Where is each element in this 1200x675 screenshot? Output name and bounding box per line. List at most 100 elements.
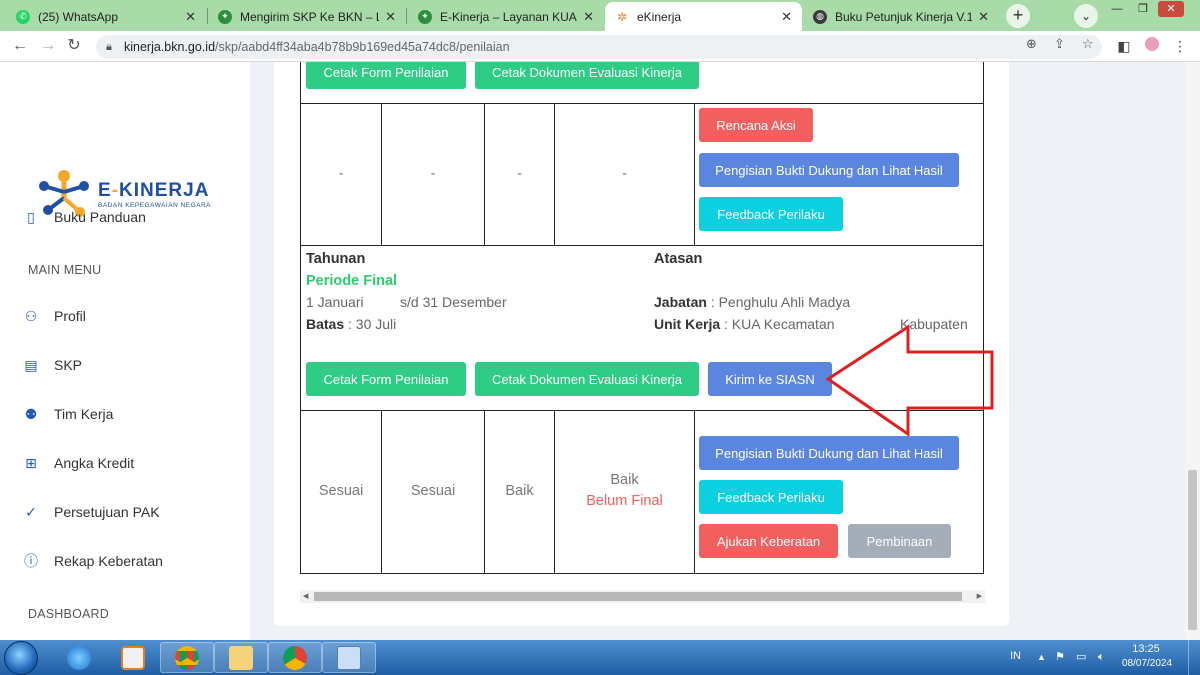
horizontal-scroll-thumb[interactable]: [314, 592, 962, 601]
browser-tab-strip: ✆ (25) WhatsApp ✕ ✦ Mengirim SKP Ke BKN …: [0, 0, 1200, 31]
minimize-icon[interactable]: —: [1104, 1, 1130, 17]
forward-icon[interactable]: →: [38, 36, 58, 56]
pengisian-bukti-dukung-button[interactable]: Pengisian Bukti Dukung dan Lihat Hasil: [699, 153, 959, 187]
result-label: Baik: [610, 472, 639, 488]
sidebar-item-rekap-keberatan[interactable]: ⓘ Rekap Keberatan: [22, 549, 163, 573]
share-icon[interactable]: ⇪: [1054, 36, 1065, 52]
cetak-dokumen-evaluasi-button[interactable]: Cetak Dokumen Evaluasi Kinerja: [475, 362, 699, 396]
sidebar-item-label: Angka Kredit: [54, 455, 135, 471]
close-tab-icon[interactable]: ✕: [185, 9, 196, 25]
cetak-form-penilaian-button[interactable]: Cetak Form Penilaian: [306, 362, 466, 396]
main-menu-header: MAIN MENU: [28, 263, 102, 277]
book-icon: ▯: [27, 209, 35, 225]
close-window-icon[interactable]: ✕: [1158, 1, 1184, 17]
volume-muted-icon[interactable]: 🔈︎: [1098, 640, 1105, 675]
scroll-right-icon[interactable]: ▶: [977, 590, 982, 603]
pembinaan-button[interactable]: Pembinaan: [848, 524, 951, 558]
file-plus-icon: ⊞: [25, 455, 37, 471]
bookmark-star-icon[interactable]: ☆: [1082, 36, 1094, 52]
close-tab-icon[interactable]: ✕: [385, 9, 396, 25]
clock-time[interactable]: 13:25: [1126, 643, 1166, 657]
check-circle-icon: ✓: [25, 504, 37, 520]
taskbar-file-explorer[interactable]: [214, 642, 268, 673]
tab-whatsapp[interactable]: ✆ (25) WhatsApp ✕: [6, 2, 206, 31]
start-button-icon[interactable]: [4, 641, 38, 675]
table-cell: -: [430, 166, 436, 182]
atasan-title: Atasan: [654, 251, 703, 267]
sidebar-item-angka-kredit[interactable]: ⊞ Angka Kredit: [22, 451, 134, 475]
sidebar-item-label: SKP: [54, 357, 83, 373]
address-bar[interactable]: 🔒︎ kinerja.bkn.go.id/skp/aabd4ff34aba4b7…: [96, 35, 1102, 59]
sidebar-item-buku-panduan[interactable]: ▯ Buku Panduan: [22, 205, 146, 229]
close-tab-icon[interactable]: ✕: [781, 9, 792, 25]
side-panel-icon[interactable]: ◧: [1114, 36, 1134, 56]
new-tab-button[interactable]: +: [1006, 4, 1030, 28]
action-center-flag-icon[interactable]: ⚑: [1055, 640, 1065, 675]
table-cell: Sesuai: [318, 483, 364, 499]
sidebar-item-persetujuan-pak[interactable]: ✓ Persetujuan PAK: [22, 500, 159, 524]
reload-icon[interactable]: ↻: [64, 36, 84, 56]
tab-search-button[interactable]: ⌄: [1074, 4, 1098, 28]
clock-date[interactable]: 08/07/2024: [1122, 658, 1172, 672]
tab-buku-petunjuk[interactable]: ◍ Buku Petunjuk Kinerja V.1701 ✕: [803, 2, 999, 31]
restore-icon[interactable]: ❐: [1130, 1, 1156, 17]
feedback-perilaku-button[interactable]: Feedback Perilaku: [699, 480, 843, 514]
taskbar-chrome-1[interactable]: [160, 642, 214, 673]
horizontal-scrollbar[interactable]: ◀ ▶: [300, 590, 985, 603]
logo-wordmark: E-KINERJA: [98, 180, 210, 201]
table-cell: -: [622, 166, 627, 182]
taskbar-control-panel[interactable]: [322, 642, 376, 673]
back-icon[interactable]: ←: [10, 36, 30, 56]
browser-menu-icon[interactable]: ⋮: [1170, 36, 1190, 56]
internet-explorer-icon: [67, 645, 91, 670]
globe-icon: ◍: [813, 9, 827, 24]
show-hidden-icons-icon[interactable]: ▲: [1037, 640, 1046, 675]
sidebar-item-tim-kerja[interactable]: ⚉ Tim Kerja: [22, 402, 114, 426]
users-icon: ⚉: [24, 406, 38, 422]
profile-avatar-icon[interactable]: [1142, 36, 1162, 56]
zoom-icon[interactable]: ⊕: [1026, 36, 1037, 52]
url-path: /skp/aabd4ff34aba4b78b9b169ed45a74dc8/pe…: [215, 40, 510, 54]
table-cell: -: [338, 166, 344, 182]
tab-title: Mengirim SKP Ke BKN – Layanan: [240, 9, 379, 24]
close-tab-icon[interactable]: ✕: [583, 9, 594, 25]
result-status: Belum Final: [586, 493, 663, 509]
close-tab-icon[interactable]: ✕: [978, 9, 989, 25]
cetak-dokumen-evaluasi-button[interactable]: Cetak Dokumen Evaluasi Kinerja: [475, 62, 699, 89]
ajukan-keberatan-button[interactable]: Ajukan Keberatan: [699, 524, 838, 558]
chrome-icon: [283, 645, 307, 670]
url-host: kinerja.bkn.go.id: [124, 40, 216, 54]
annotation-arrow-icon: [825, 324, 994, 437]
tab-title: (25) WhatsApp: [38, 9, 119, 24]
page-vertical-scrollbar[interactable]: [1185, 62, 1200, 640]
scroll-left-icon[interactable]: ◀: [303, 590, 308, 603]
control-panel-icon: [337, 645, 361, 670]
periode-range-start: 1 Januari: [306, 294, 364, 310]
table-border-right: [983, 62, 984, 574]
tab-ekinerja-layanan-kua[interactable]: ✦ E-Kinerja – Layanan KUA ✕: [408, 2, 604, 31]
taskbar-media-player[interactable]: [106, 642, 160, 673]
periode-status: Periode Final: [306, 273, 398, 289]
sidebar-item-profil[interactable]: ⚇ Profil: [22, 304, 86, 328]
tab-mengirim-skp[interactable]: ✦ Mengirim SKP Ke BKN – Layanan ✕: [208, 2, 406, 31]
sidebar-item-skp[interactable]: ▤ SKP: [22, 353, 82, 377]
atasan-jabatan: Jabatan : Penghulu Ahli Madya: [654, 294, 850, 310]
unit-value: : KUA Kecamatan: [724, 316, 835, 332]
cetak-form-penilaian-button[interactable]: Cetak Form Penilaian: [306, 62, 466, 89]
taskbar-chrome-2[interactable]: [268, 642, 322, 673]
kirim-ke-siasn-button[interactable]: Kirim ke SIASN: [708, 362, 832, 396]
language-indicator[interactable]: IN: [1010, 640, 1021, 675]
sidebar: E-KINERJA BADAN KEPEGAWAIAN NEGARA ▯ Buk…: [0, 62, 250, 640]
table-cell: -: [517, 166, 522, 182]
chrome-icon: [175, 645, 199, 670]
vertical-scroll-thumb[interactable]: [1188, 470, 1197, 630]
tab-ekinerja-active[interactable]: ✲ eKinerja ✕: [605, 2, 802, 31]
network-icon[interactable]: ▭: [1076, 640, 1086, 675]
pengisian-bukti-dukung-button[interactable]: Pengisian Bukti Dukung dan Lihat Hasil: [699, 436, 959, 470]
taskbar-internet-explorer[interactable]: [52, 642, 106, 673]
rencana-aksi-button[interactable]: Rencana Aksi: [699, 108, 813, 142]
document-icon: ▤: [24, 357, 38, 373]
feedback-perilaku-button[interactable]: Feedback Perilaku: [699, 197, 843, 231]
show-desktop-button[interactable]: [1188, 640, 1200, 675]
periode-range-end: s/d 31 Desember: [400, 294, 507, 310]
